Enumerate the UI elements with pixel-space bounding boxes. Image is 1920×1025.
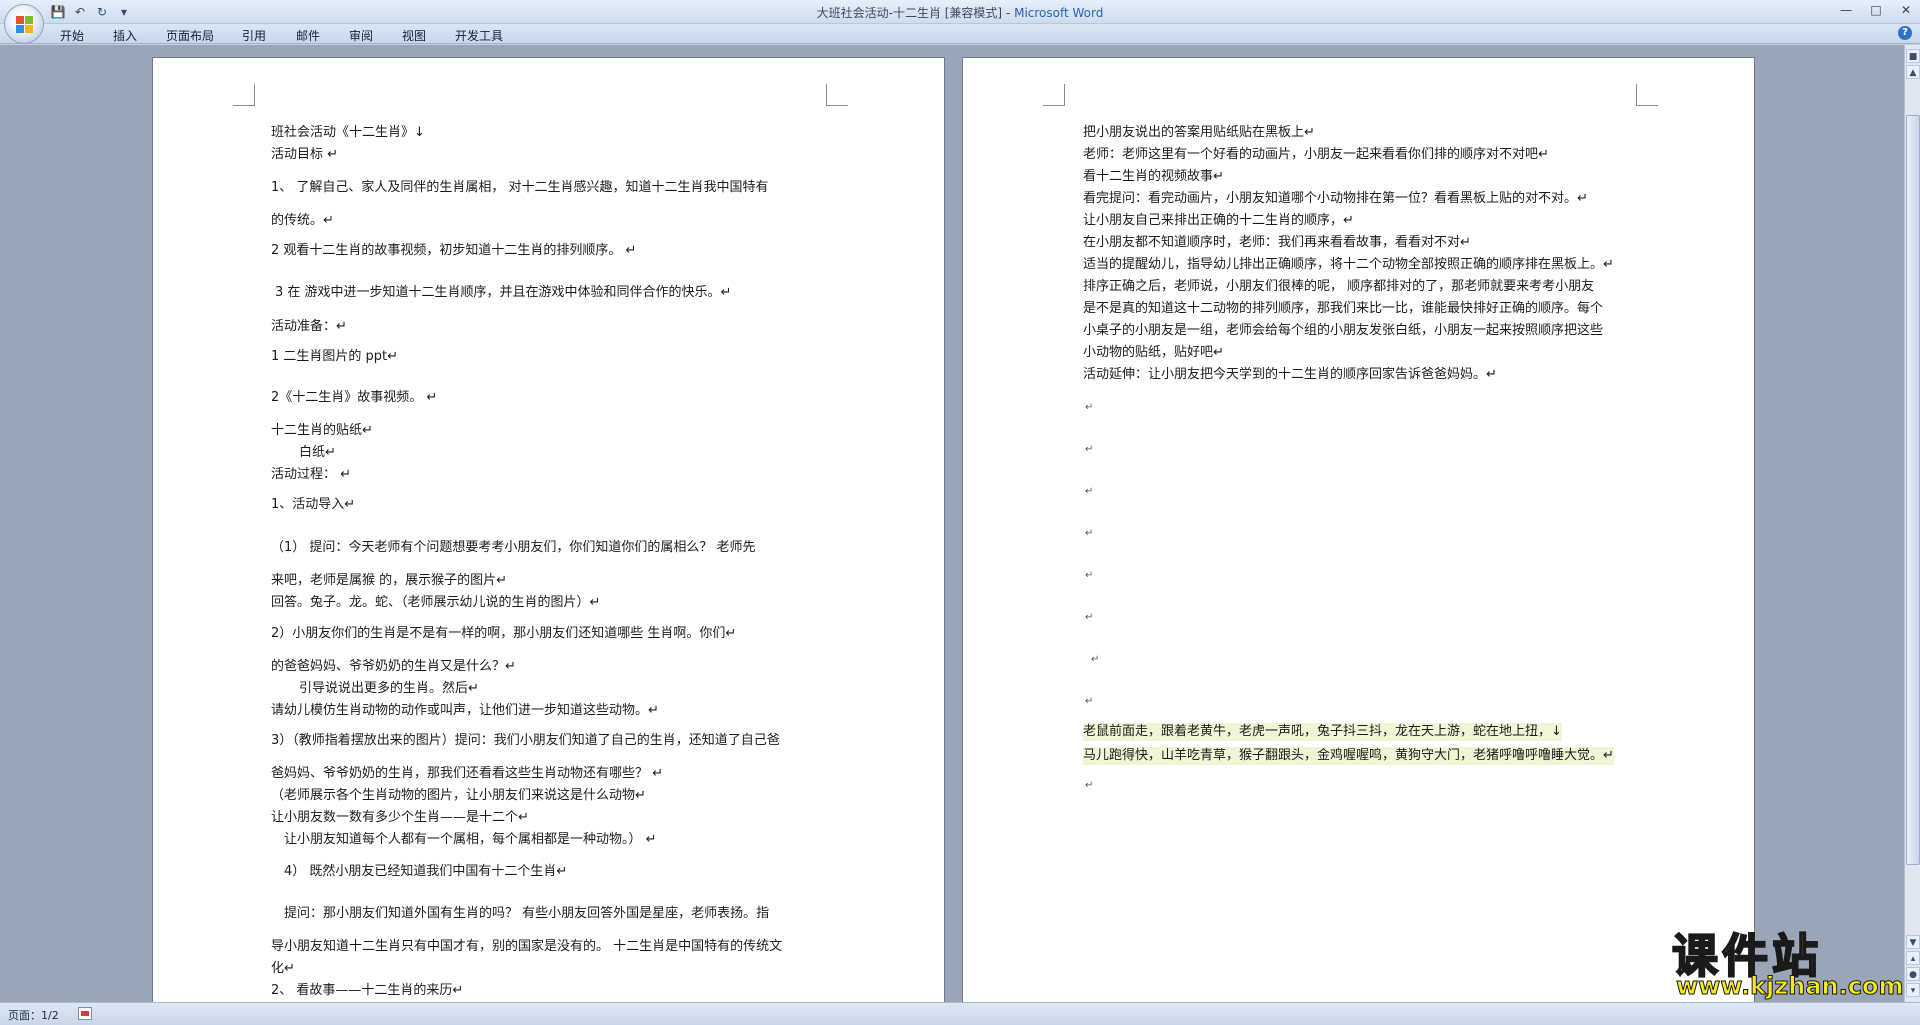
- p1-line: 3 在 游戏中进一步知道十二生肖顺序，并且在游戏中体验和同伴合作的快乐。↵: [275, 285, 732, 300]
- p2-line: 小桌子的小朋友是一组，老师会给每个组的小朋友发张白纸，小朋友一起来按照顺序把这些: [1083, 323, 1604, 338]
- help-icon[interactable]: ?: [1898, 26, 1912, 40]
- p1-line: 提问：那小朋友们知道外国有生肖的吗？ 有些小朋友回答外国是星座，老师表扬。指: [284, 906, 770, 921]
- p1-line: 白纸↵: [299, 445, 336, 460]
- proofing-status-icon[interactable]: [78, 1007, 92, 1020]
- p2-highlight-line: 老鼠前面走，跟着老黄牛，老虎一声吼，兔子抖三抖，龙在天上游，蛇在地上扭，↓: [1083, 723, 1562, 741]
- p1-line: 2、 看故事——十二生肖的来历↵: [271, 983, 464, 998]
- p2-line: 把小朋友说出的答案用贴纸贴在黑板上↵: [1083, 125, 1315, 140]
- p1-line: 1 二生肖图片的 ppt↵: [271, 349, 399, 364]
- p2-line: 是不是真的知道这十二动物的排列顺序，那我们来比一比，谁能最快排好正确的顺序。每个: [1083, 301, 1604, 316]
- tab-view[interactable]: 视图: [402, 27, 426, 44]
- p1-line: 爸妈妈、爷爷奶奶的生肖，那我们还看看这些生肖动物还有哪些？ ↵: [271, 766, 664, 781]
- p1-line: 请幼儿模仿生肖动物的动作或叫声，让他们进一步知道这些动物。↵: [271, 703, 659, 718]
- p1-line: 2）小朋友你们的生肖是不是有一样的啊，那小朋友们还知道哪些 生肖啊。你们↵: [271, 626, 737, 641]
- tab-developer[interactable]: 开发工具: [455, 27, 503, 44]
- previous-page-icon[interactable]: ▴: [1906, 951, 1920, 965]
- p2-line: 看十二生肖的视频故事↵: [1083, 169, 1224, 184]
- p1-line: 来吧，老师是属猴 的，展示猴子的图片↵: [271, 573, 508, 588]
- p1-line: 导小朋友知道十二生肖只有中国才有，别的国家是没有的。 十二生肖是中国特有的传统文: [271, 939, 783, 954]
- p2-line: 小动物的贴纸，贴好吧↵: [1083, 345, 1224, 360]
- p2-line: 适当的提醒幼儿，指导幼儿排出正确顺序，将十二个动物全部按照正确的顺序排在黑板上。…: [1083, 257, 1614, 272]
- p2-line: 看完提问：看完动画片，小朋友知道哪个小动物排在第一位？看看黑板上贴的对不对。↵: [1083, 191, 1588, 206]
- status-bar: 页面：1/2: [0, 1002, 1920, 1025]
- margin-corner-top-left: [1043, 84, 1065, 106]
- minimize-icon[interactable]: —: [1838, 2, 1854, 18]
- p1-line: 十二生肖的贴纸↵: [271, 423, 373, 438]
- site-watermark: 课件站 www.kjzhan.com: [1664, 920, 1904, 1001]
- p1-line: （老师展示各个生肖动物的图片，让小朋友们来说这是什么动物↵: [271, 788, 646, 803]
- close-icon[interactable]: ✕: [1898, 2, 1914, 18]
- p1-line: 1、 了解自己、家人及同伴的生肖属相， 对十二生肖感兴趣，知道十二生肖我中国特有: [271, 180, 769, 195]
- p2-line: 排序正确之后，老师说，小朋友们很棒的呢， 顺序都排对的了，那老师就要来考考小朋友: [1083, 279, 1595, 294]
- margin-corner-top-right: [826, 84, 848, 106]
- p1-line: 活动过程： ↵: [271, 467, 352, 482]
- p1-line: 3）（教师指着摆放出来的图片）提问：我们小朋友们知道了自己的生肖，还知道了自己爸: [271, 733, 780, 748]
- tab-home[interactable]: 开始: [60, 27, 84, 44]
- p1-line: 2《十二生肖》故事视频。 ↵: [271, 390, 438, 405]
- watermark-url: www.kjzhan.com: [1675, 972, 1904, 1001]
- scroll-up-icon[interactable]: ▲: [1906, 65, 1920, 79]
- maximize-icon[interactable]: □: [1868, 2, 1884, 18]
- p2-line: 活动延伸：让小朋友把今天学到的十二生肖的顺序回家告诉爸爸妈妈。↵: [1083, 367, 1497, 382]
- document-title: 大班社会活动-十二生肖 [兼容模式]: [816, 6, 1003, 20]
- margin-corner-top-right: [1636, 84, 1658, 106]
- ribbon-tabs: 开始 插入 页面布局 引用 邮件 审阅 视图 开发工具 ?: [0, 24, 1920, 44]
- title-separator: -: [1002, 6, 1015, 20]
- p2-line: 让小朋友自己来排出正确的十二生肖的顺序，↵: [1083, 213, 1354, 228]
- p2-highlight-line: 马儿跑得快，山羊吃青草，猴子翻跟头，金鸡喔喔鸣，黄狗守大门，老猪呼噜呼噜睡大觉。…: [1083, 747, 1614, 765]
- tab-insert[interactable]: 插入: [113, 27, 137, 44]
- office-logo-icon: [16, 16, 33, 33]
- office-button[interactable]: [4, 4, 44, 44]
- tab-review[interactable]: 审阅: [349, 27, 373, 44]
- paragraph-mark: ↵: [1085, 696, 1094, 707]
- p1-line: 2 观看十二生肖的故事视频，初步知道十二生肖的排列顺序。 ↵: [271, 243, 637, 258]
- p1-line: 班社会活动《十二生肖》↓: [271, 125, 425, 140]
- paragraph-mark: ↵: [1091, 654, 1100, 665]
- paragraph-mark: ↵: [1085, 402, 1094, 413]
- p1-line: 让小朋友数一数有多少个生肖——是十二个↵: [271, 810, 529, 825]
- window-title: 大班社会活动-十二生肖 [兼容模式] - Microsoft Word: [0, 4, 1920, 21]
- p1-line: 4） 既然小朋友已经知道我们中国有十二个生肖↵: [284, 864, 568, 879]
- paragraph-mark: ↵: [1085, 486, 1094, 497]
- p1-line: 的爸爸妈妈、爷爷奶奶的生肖又是什么？↵: [271, 659, 516, 674]
- tab-references[interactable]: 引用: [242, 27, 266, 44]
- margin-corner-top-left: [233, 84, 255, 106]
- p1-line: 化↵: [271, 961, 295, 976]
- p1-line: 回答。兔子。龙。蛇、（老师展示幼儿说的生肖的图片）↵: [271, 595, 601, 610]
- scroll-down-icon[interactable]: ▼: [1906, 935, 1920, 949]
- p1-line: 活动目标 ↵: [271, 147, 339, 162]
- scroll-thumb[interactable]: [1906, 115, 1920, 865]
- paragraph-mark: ↵: [1085, 528, 1094, 539]
- document-workspace: 班社会活动《十二生肖》↓ 活动目标 ↵ 1、 了解自己、家人及同伴的生肖属相， …: [0, 45, 1904, 1002]
- p1-line: 引导说说出更多的生肖。然后↵: [299, 681, 479, 696]
- page-1[interactable]: 班社会活动《十二生肖》↓ 活动目标 ↵ 1、 了解自己、家人及同伴的生肖属相， …: [152, 57, 945, 1002]
- select-browse-object-icon[interactable]: ●: [1906, 967, 1920, 981]
- tab-mailings[interactable]: 邮件: [296, 27, 320, 44]
- app-name: Microsoft Word: [1014, 6, 1104, 20]
- window-controls: — □ ✕: [1838, 2, 1914, 18]
- p1-line: （1） 提问：今天老师有个问题想要考考小朋友们，你们知道你们的属相么？ 老师先: [271, 540, 756, 555]
- paragraph-mark: ↵: [1085, 612, 1094, 623]
- p1-line: 活动准备：↵: [271, 319, 347, 334]
- tab-page-layout[interactable]: 页面布局: [166, 27, 214, 44]
- p2-line: 在小朋友都不知道顺序时，老师：我们再来看看故事，看看对不对↵: [1083, 235, 1471, 250]
- title-bar: 💾 ↶ ↻ ▾ 大班社会活动-十二生肖 [兼容模式] - Microsoft W…: [0, 0, 1920, 24]
- ruler-toggle-icon[interactable]: ■: [1906, 49, 1920, 63]
- page-indicator[interactable]: 页面：1/2: [8, 1007, 59, 1023]
- next-page-icon[interactable]: ▾: [1906, 983, 1920, 997]
- paragraph-mark: ↵: [1085, 444, 1094, 455]
- page-2[interactable]: 把小朋友说出的答案用贴纸贴在黑板上↵ 老师：老师这里有一个好看的动画片，小朋友一…: [962, 57, 1755, 1002]
- p2-line: 老师：老师这里有一个好看的动画片，小朋友一起来看看你们排的顺序对不对吧↵: [1083, 147, 1549, 162]
- paragraph-mark: ↵: [1085, 570, 1094, 581]
- p1-line: 让小朋友知道每个人都有一个属相，每个属相都是一种动物。） ↵: [284, 832, 657, 847]
- paragraph-mark: ↵: [1085, 780, 1094, 791]
- vertical-scrollbar[interactable]: ■ ▲ ▼ ▴ ● ▾: [1904, 45, 1920, 1002]
- p1-line: 的传统。↵: [271, 213, 334, 228]
- p1-line: 1、活动导入↵: [271, 497, 356, 512]
